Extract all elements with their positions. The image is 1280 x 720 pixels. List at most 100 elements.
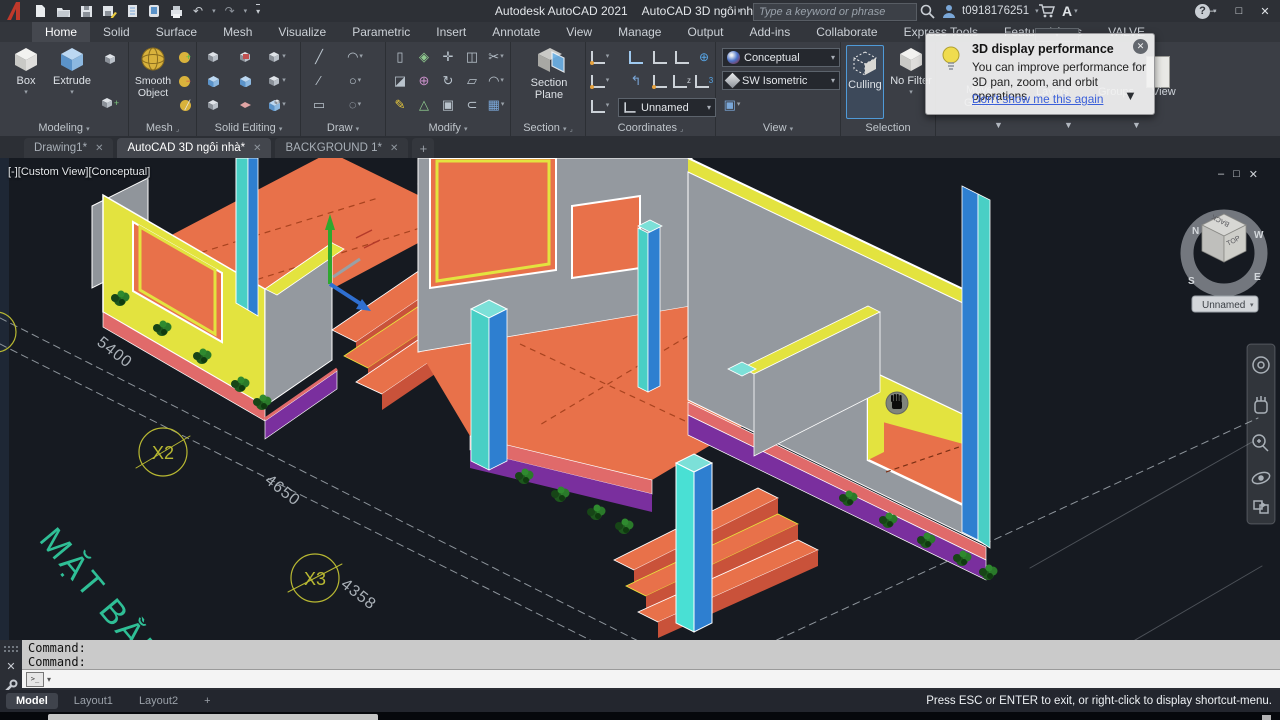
mesh-crease-icon[interactable]: ╱ bbox=[175, 96, 195, 114]
tooltip-close-icon[interactable]: ✕ bbox=[1133, 39, 1148, 54]
visual-style-dropdown[interactable]: Conceptual ▾ bbox=[722, 48, 840, 67]
3dscale-icon[interactable]: △ bbox=[414, 96, 434, 114]
command-history[interactable]: Command: Command: bbox=[22, 640, 1280, 669]
open-file-icon[interactable] bbox=[56, 5, 71, 18]
qat-customize-icon[interactable]: ▾ bbox=[256, 4, 260, 18]
layers-panel-expand-icon[interactable]: ▼ bbox=[994, 120, 1003, 130]
new-drawing-tab-button[interactable]: + bbox=[412, 138, 434, 158]
culling-button[interactable]: Culling bbox=[846, 45, 884, 119]
ucs-named-icon[interactable] bbox=[626, 48, 646, 66]
view-panel-expand-icon[interactable]: ▼ bbox=[1132, 120, 1141, 130]
vp-restore-icon[interactable]: □ bbox=[1233, 168, 1240, 181]
fillet-edge-icon[interactable] bbox=[203, 72, 223, 90]
groups-panel-expand-icon[interactable]: ▼ bbox=[1064, 120, 1073, 130]
vp-minimize-icon[interactable]: – bbox=[1218, 168, 1224, 181]
fillet-icon[interactable]: ◠▾ bbox=[486, 72, 506, 90]
command-grip-icon[interactable] bbox=[3, 645, 19, 653]
box-button[interactable]: Box▾ bbox=[6, 46, 46, 99]
tab-addins[interactable]: Add-ins bbox=[737, 22, 804, 42]
close-tab-icon[interactable]: ✕ bbox=[95, 143, 103, 154]
undo-icon[interactable]: ↶ bbox=[193, 5, 203, 17]
file-tab-ngoi-nha[interactable]: AutoCAD 3D ngôi nhà*✕ bbox=[117, 138, 271, 158]
slice-icon[interactable]: ▾ bbox=[267, 48, 287, 66]
autodesk-app-menu[interactable]: A ▾ bbox=[1062, 0, 1078, 22]
ucs-previous-icon[interactable]: ↰ bbox=[626, 72, 646, 90]
viewport-config-icon[interactable]: ▣▾ bbox=[722, 96, 742, 114]
tab-surface[interactable]: Surface bbox=[143, 22, 210, 42]
tab-solid[interactable]: Solid bbox=[90, 22, 143, 42]
tab-insert[interactable]: Insert bbox=[423, 22, 479, 42]
separate-icon[interactable]: ▾ bbox=[267, 96, 287, 114]
file-tab-drawing1[interactable]: Drawing1*✕ bbox=[24, 138, 113, 158]
tab-view[interactable]: View bbox=[553, 22, 605, 42]
interfere-icon[interactable] bbox=[203, 96, 223, 114]
tooltip-dismiss-link[interactable]: Don't show me this again bbox=[972, 92, 1103, 106]
undo-dropdown-icon[interactable]: ▾ bbox=[212, 7, 216, 15]
tab-parametric[interactable]: Parametric bbox=[339, 22, 423, 42]
view-slideout-arrow-icon[interactable]: ▼ bbox=[1124, 88, 1137, 103]
model-tab[interactable]: Model bbox=[6, 693, 58, 709]
trim-icon[interactable]: ✂▾ bbox=[486, 48, 506, 66]
tab-annotate[interactable]: Annotate bbox=[479, 22, 553, 42]
tab-collaborate[interactable]: Collaborate bbox=[803, 22, 890, 42]
print-icon[interactable] bbox=[169, 5, 184, 18]
ucs-name-combobox[interactable]: Unnamed ▾ bbox=[618, 98, 716, 117]
panel-label-modify[interactable]: Modify ▾ bbox=[386, 122, 510, 134]
add-layout-button[interactable]: + bbox=[194, 693, 220, 709]
command-recent-dropdown-icon[interactable]: ▾ bbox=[47, 675, 51, 684]
redo-dropdown-icon[interactable]: ▾ bbox=[244, 7, 248, 15]
presspull-icon[interactable] bbox=[100, 50, 120, 68]
union-icon[interactable] bbox=[203, 48, 223, 66]
panel-label-section[interactable]: Section ▾ ⌟ bbox=[511, 122, 585, 134]
plot-sheet-icon[interactable] bbox=[126, 4, 139, 18]
view-preset-dropdown[interactable]: SW Isometric ▾ bbox=[722, 71, 840, 90]
save-icon[interactable] bbox=[80, 5, 93, 18]
layout1-tab[interactable]: Layout1 bbox=[64, 693, 123, 709]
close-tab-icon[interactable]: ✕ bbox=[390, 143, 398, 154]
move-icon[interactable]: ✛ bbox=[438, 48, 458, 66]
mirror3d-icon[interactable]: ▯ bbox=[390, 48, 410, 66]
file-tab-background1[interactable]: BACKGROUND 1*✕ bbox=[275, 138, 408, 158]
subtract-icon[interactable] bbox=[235, 48, 255, 66]
viewport-controls-label[interactable]: [-][Custom View][Conceptual] bbox=[8, 166, 150, 178]
save-as-icon[interactable] bbox=[102, 5, 117, 18]
restore-button[interactable]: □ bbox=[1226, 5, 1252, 17]
cart-icon[interactable] bbox=[1038, 4, 1055, 18]
ucs-z-icon[interactable]: ▾ bbox=[590, 72, 610, 90]
command-close-icon[interactable]: ✕ bbox=[0, 660, 22, 673]
close-tab-icon[interactable]: ✕ bbox=[253, 143, 261, 154]
panel-label-selection[interactable]: Selection bbox=[841, 122, 935, 134]
tab-home[interactable]: Home bbox=[32, 22, 90, 42]
thicken-icon[interactable] bbox=[235, 96, 255, 114]
mobile-upload-icon[interactable] bbox=[148, 4, 160, 18]
tab-mesh[interactable]: Mesh bbox=[210, 22, 265, 42]
ucs-origin-icon[interactable] bbox=[650, 72, 670, 90]
section-plane-button[interactable]: SectionPlane bbox=[525, 46, 573, 101]
close-button[interactable]: ✕ bbox=[1252, 5, 1278, 18]
drawing-viewport[interactable]: X2 X3 X3 5400 4650 4358 MẶT BẰN bbox=[0, 158, 1280, 640]
layout2-tab[interactable]: Layout2 bbox=[129, 693, 188, 709]
command-input-row[interactable]: >_ ▾ bbox=[22, 669, 1280, 688]
tab-visualize[interactable]: Visualize bbox=[265, 22, 339, 42]
new-file-icon[interactable] bbox=[34, 4, 47, 18]
tab-output[interactable]: Output bbox=[674, 22, 736, 42]
pencil-edit-icon[interactable]: ✎ bbox=[390, 96, 410, 114]
rotate3d-icon[interactable]: ⊕ bbox=[414, 72, 434, 90]
command-prompt-icon[interactable]: >_ bbox=[26, 672, 44, 687]
viewcube[interactable]: N W E S BACK TOP Unnamed ▾ bbox=[1168, 196, 1280, 327]
smooth-object-button[interactable]: SmoothObject bbox=[132, 46, 174, 99]
search-icon[interactable] bbox=[920, 4, 935, 19]
arc-icon[interactable]: ◠▾ bbox=[345, 48, 365, 66]
extract-edges-icon[interactable]: ▾ bbox=[267, 72, 287, 90]
ucs-3point-icon[interactable]: 3 bbox=[694, 72, 714, 90]
ucs-object-icon[interactable] bbox=[650, 48, 670, 66]
viewcube-view-name-pill[interactable]: Unnamed ▾ bbox=[1192, 296, 1258, 312]
signin-area[interactable]: t0918176251 ▾ bbox=[942, 0, 1039, 22]
ucs-view-icon[interactable] bbox=[672, 48, 692, 66]
offset-icon[interactable]: ▣ bbox=[438, 96, 458, 114]
ellipse-icon[interactable]: ◌▾ bbox=[345, 96, 365, 114]
ucs-icon[interactable]: ▾ bbox=[590, 48, 610, 66]
rotate-icon[interactable]: ↻ bbox=[438, 72, 458, 90]
copy-icon[interactable]: ◫ bbox=[462, 48, 482, 66]
array-icon[interactable]: ▦▾ bbox=[486, 96, 506, 114]
